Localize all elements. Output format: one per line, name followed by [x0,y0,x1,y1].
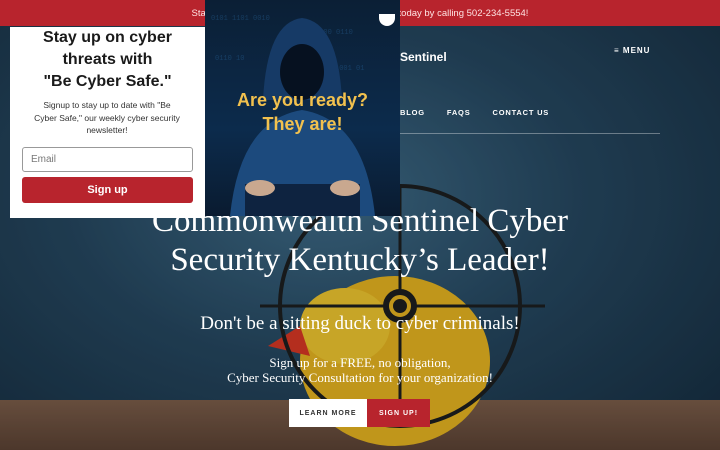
hero-text: Sign up for a FREE, no obligation, Cyber… [227,355,493,385]
nav-item-faqs[interactable]: FAQS [447,108,471,117]
svg-text:0110 10: 0110 10 [215,55,244,63]
menu-label: MENU [622,46,651,55]
nav-item-contact-us[interactable]: CONTACT US [493,108,550,117]
email-input[interactable] [22,147,193,172]
hero-buttons: LEARN MORE SIGN UP! [289,399,430,427]
menu-button[interactable]: ≡ MENU [614,46,650,55]
nav-item-blog[interactable]: BLOG [400,108,425,117]
popup-title: Stay up on cyber threats with "Be Cyber … [43,29,172,90]
hamburger-icon: ≡ [614,46,620,55]
main-nav: BLOG FAQS CONTACT US [400,108,549,117]
hacker-image: 0101 1101 0010 1100 0110 0110 10 1001 01 A… [205,0,400,216]
svg-text:0101 1101 0010: 0101 1101 0010 [211,15,270,23]
popup-signup-button[interactable]: Sign up [22,177,193,203]
svg-text:1001 01: 1001 01 [335,65,364,73]
nav-divider [400,133,660,134]
hero-subtitle: Don't be a sitting duck to cyber crimina… [200,313,520,334]
site-brand[interactable]: Sentinel [400,50,447,64]
newsletter-popup: Stay up on cyber threats with "Be Cyber … [10,27,205,218]
hacker-image-caption: Are you ready? They are! [236,90,369,134]
learn-more-button[interactable]: LEARN MORE [289,399,367,427]
sign-up-button[interactable]: SIGN UP! [367,399,430,427]
popup-description: Signup to stay up to date with "Be Cyber… [34,100,180,135]
